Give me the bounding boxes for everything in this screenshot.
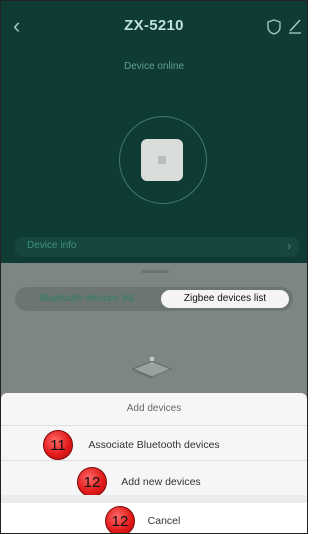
tab-bluetooth-devices[interactable]: Bluetooth devices list bbox=[19, 290, 155, 308]
gateway-icon bbox=[131, 357, 173, 379]
device-image[interactable] bbox=[141, 139, 183, 181]
device-title: ZX-5210 bbox=[124, 17, 184, 34]
edit-icon[interactable] bbox=[287, 17, 303, 35]
device-status: Device online bbox=[123, 61, 185, 72]
divider bbox=[1, 460, 307, 461]
add-devices-sheet: Add devices Associate Bluetooth devices … bbox=[1, 393, 307, 533]
step-badge: 11 bbox=[43, 430, 73, 460]
cancel-row[interactable]: Cancel 12 bbox=[1, 503, 307, 533]
drag-handle[interactable] bbox=[141, 270, 169, 273]
app-screen: ‹ ZX-5210 Device online Device info › Bl… bbox=[0, 0, 308, 534]
tab-zigbee-devices[interactable]: Zigbee devices list bbox=[161, 290, 289, 308]
sheet-title: Add devices bbox=[126, 403, 182, 414]
add-new-devices-option[interactable]: Add new devices bbox=[1, 476, 307, 488]
sheet-gap bbox=[1, 495, 307, 503]
step-badge: 12 bbox=[77, 467, 107, 497]
divider bbox=[1, 425, 307, 426]
cancel-button[interactable]: Cancel bbox=[1, 515, 307, 527]
device-list-tabs: Bluetooth devices list Zigbee devices li… bbox=[15, 287, 293, 311]
device-info-label: Device info bbox=[27, 240, 77, 251]
top-bar: ‹ ZX-5210 bbox=[1, 1, 307, 53]
chevron-right-icon: › bbox=[287, 239, 291, 253]
device-info-bar[interactable]: Device info › bbox=[15, 237, 299, 257]
step-badge: 12 bbox=[105, 506, 135, 533]
shield-icon[interactable] bbox=[267, 19, 281, 35]
